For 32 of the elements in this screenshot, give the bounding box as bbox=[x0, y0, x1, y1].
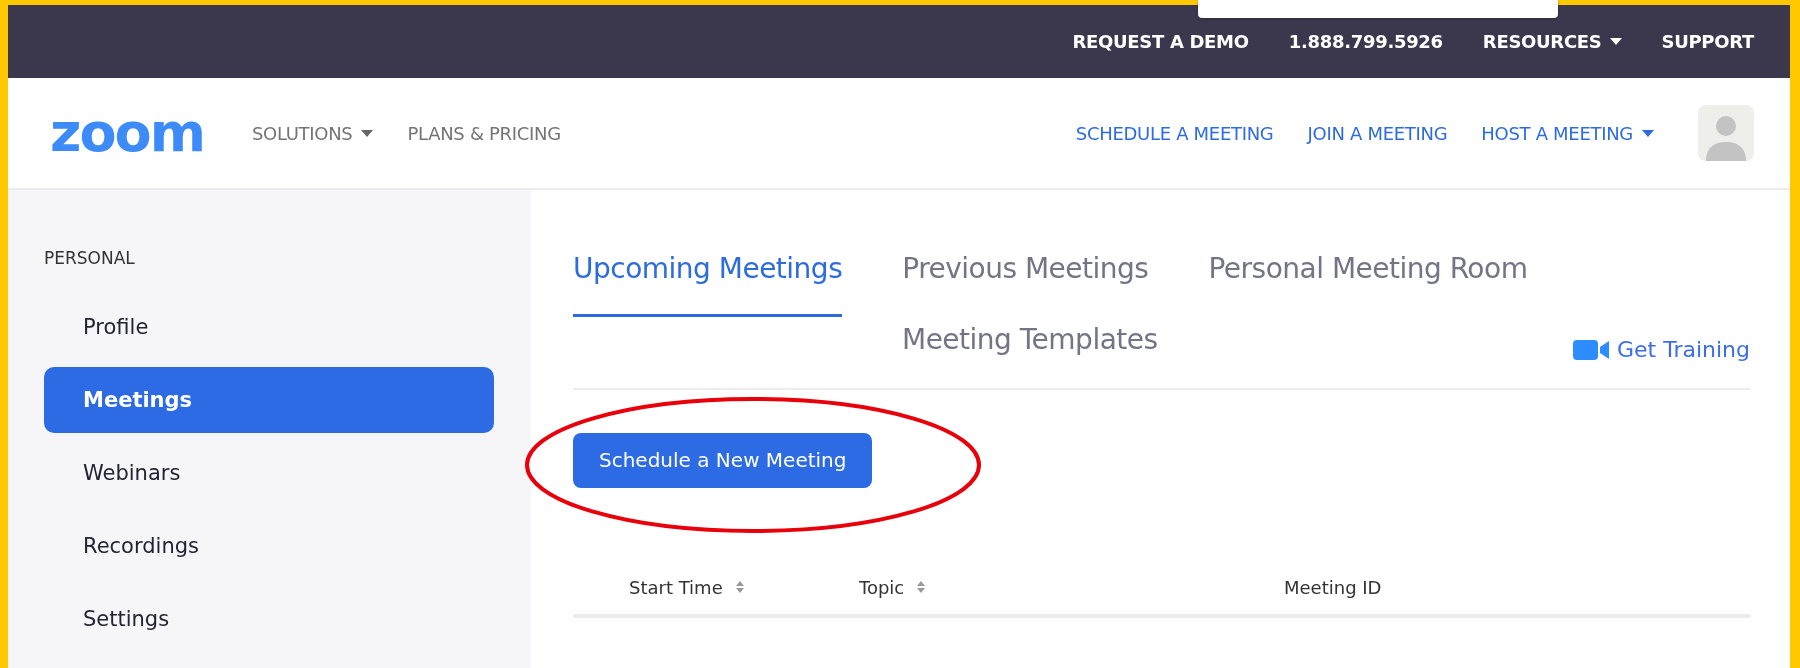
sidebar-item[interactable]: Meetings bbox=[44, 367, 494, 433]
tab[interactable]: Personal Meeting Room bbox=[1208, 252, 1528, 317]
column-header[interactable]: Meeting ID bbox=[1284, 576, 1382, 598]
sort-icon bbox=[734, 580, 745, 594]
top-link[interactable]: REQUEST A DEMO bbox=[1072, 31, 1249, 52]
top-link[interactable]: SUPPORT bbox=[1661, 31, 1754, 52]
nav-link[interactable]: PLANS & PRICING bbox=[407, 122, 561, 144]
caret-icon bbox=[361, 129, 374, 137]
caret-icon bbox=[1642, 129, 1654, 137]
nav-link[interactable]: SOLUTIONS bbox=[251, 122, 374, 144]
schedule-meeting-button[interactable]: Schedule a New Meeting bbox=[573, 432, 873, 488]
get-training-link[interactable]: Get Training bbox=[1573, 337, 1750, 362]
caret-icon bbox=[1609, 38, 1622, 45]
tab[interactable]: Previous Meetings bbox=[902, 252, 1149, 317]
top-link[interactable]: 1.888.799.5926 bbox=[1288, 31, 1443, 52]
tab[interactable]: Meeting Templates bbox=[902, 323, 1158, 388]
sidebar-item[interactable]: Recordings bbox=[44, 513, 494, 579]
video-camera-icon bbox=[1573, 338, 1609, 361]
sidebar-item[interactable]: Profile bbox=[44, 294, 494, 360]
sort-icon bbox=[916, 580, 927, 594]
sidebar-item[interactable]: Webinars bbox=[44, 440, 494, 506]
nav-link[interactable]: HOST A MEETING bbox=[1481, 122, 1654, 144]
logo[interactable]: zoom bbox=[50, 106, 204, 160]
sidebar-heading: PERSONAL bbox=[44, 248, 135, 268]
nav-link[interactable]: SCHEDULE A MEETING bbox=[1075, 122, 1274, 144]
nav-link[interactable]: JOIN A MEETING bbox=[1307, 122, 1448, 144]
avatar-icon[interactable] bbox=[1698, 105, 1754, 161]
column-header[interactable]: Topic bbox=[859, 576, 927, 598]
tab[interactable]: Upcoming Meetings bbox=[573, 252, 843, 317]
sidebar-item[interactable]: Settings bbox=[44, 586, 494, 652]
top-link[interactable]: RESOURCES bbox=[1482, 31, 1622, 52]
column-header[interactable]: Start Time bbox=[629, 576, 745, 598]
